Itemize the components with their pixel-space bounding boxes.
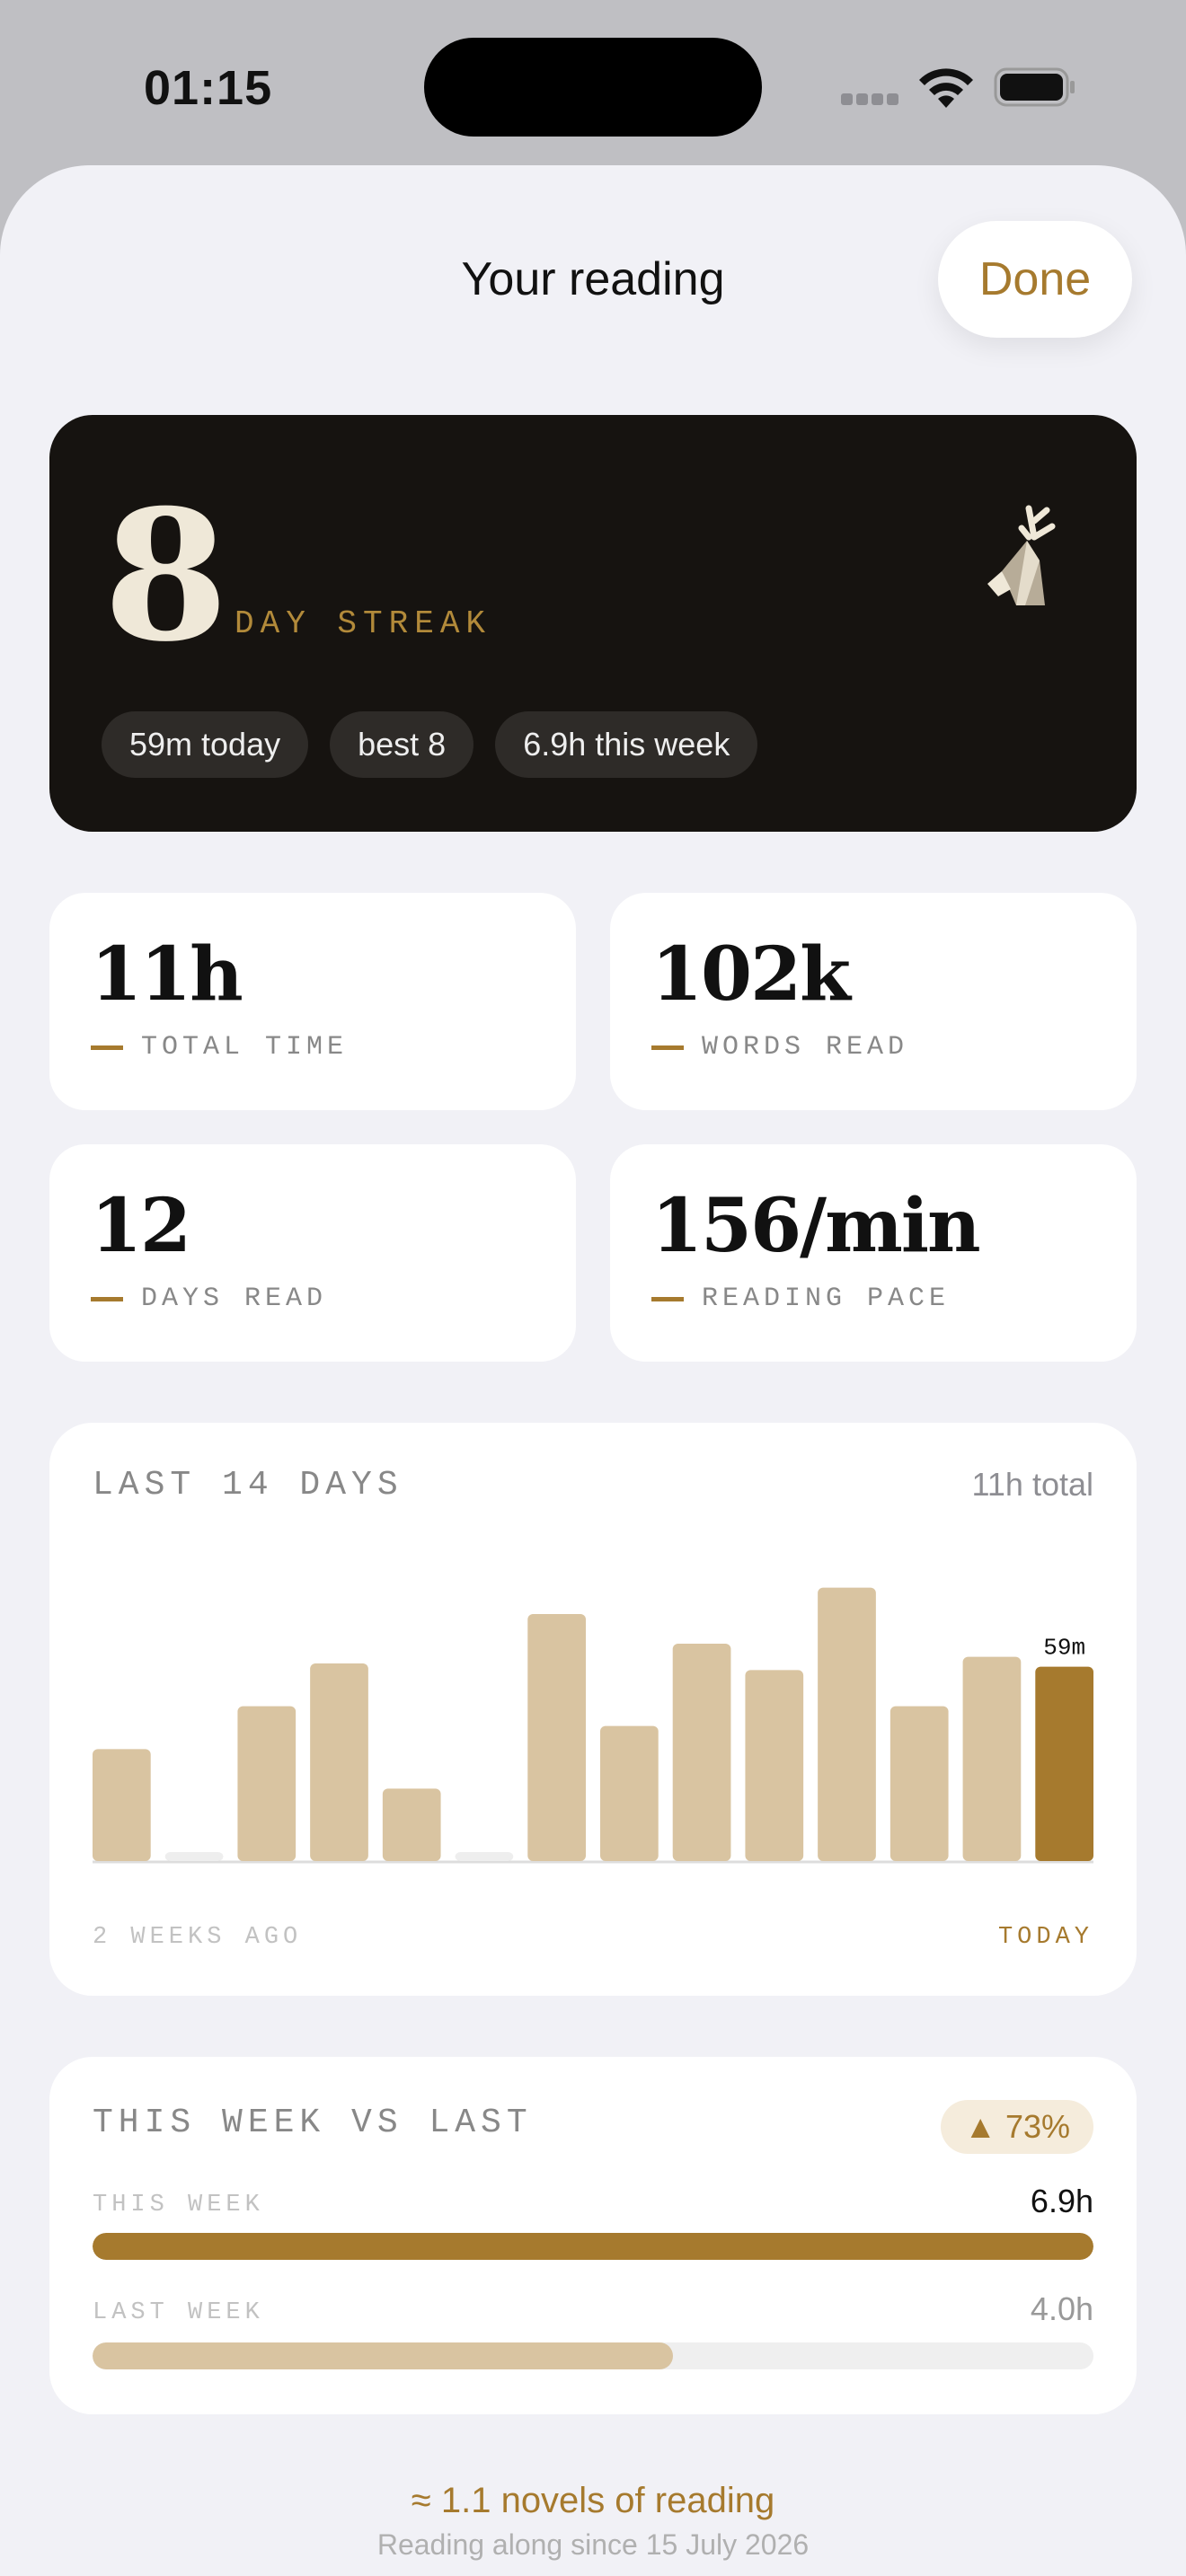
- deer-icon: [987, 505, 1056, 605]
- this-week-value: 6.9h: [1030, 2183, 1093, 2219]
- chart-bar: [310, 1663, 368, 1861]
- comparison-heading: THIS WEEK VS LAST: [93, 2104, 533, 2142]
- last-week-label: LAST WEEK: [93, 2299, 264, 2326]
- stat-value: 11h: [91, 931, 243, 1018]
- chart-bar: [672, 1644, 731, 1861]
- bar-chart: 59m: [93, 1587, 1093, 1864]
- streak-card: 8 DAY STREAK 59m today best 8 6.9h this …: [49, 415, 1137, 832]
- streak-label: DAY STREAK: [235, 605, 492, 642]
- last-week-value: 4.0h: [1030, 2290, 1093, 2327]
- streak-chips: 59m today best 8 6.9h this week: [102, 711, 758, 778]
- novels-summary: ≈ 1.1 novels of reading: [411, 2481, 775, 2520]
- chart-bar: [455, 1852, 514, 1861]
- stat-card-words-read: 102k WORDS READ: [610, 893, 1137, 1110]
- accent-dash: [651, 1296, 684, 1301]
- chart-bar: [382, 1788, 441, 1861]
- stat-card-reading-pace: 156/min READING PACE: [610, 1144, 1137, 1362]
- this-week-bar-fill: [93, 2233, 1093, 2260]
- chart-bar: [890, 1706, 949, 1861]
- chart-bar: [93, 1749, 151, 1861]
- page-title: Your reading: [461, 253, 725, 305]
- stat-card-days-read: 12 DAYS READ: [49, 1144, 576, 1362]
- chart-bar-today: [1035, 1666, 1093, 1861]
- chart-data-label-today: 59m: [1043, 1635, 1085, 1662]
- done-button[interactable]: Done: [938, 221, 1132, 338]
- chip-this-week: 6.9h this week: [495, 711, 758, 778]
- chart-bar: [527, 1614, 586, 1861]
- last-14-days-card: LAST 14 DAYS 11h total 59m 2 WEEKS AGO T…: [49, 1423, 1137, 1996]
- stat-value: 102k: [651, 931, 851, 1018]
- chart-bar: [962, 1656, 1022, 1861]
- chart-bar: [237, 1706, 296, 1861]
- wifi-icon: [919, 68, 973, 108]
- chart-bar: [745, 1670, 804, 1861]
- dynamic-island: [424, 38, 762, 137]
- week-comparison-card: THIS WEEK VS LAST ▲ 73% THIS WEEK 6.9h L…: [49, 2057, 1137, 2414]
- streak-count: 8: [103, 471, 229, 682]
- chart-bar: [818, 1587, 876, 1861]
- stat-label: WORDS READ: [702, 1032, 909, 1063]
- stat-label: TOTAL TIME: [141, 1032, 349, 1063]
- chip-today: 59m today: [102, 711, 309, 778]
- chart-end-label: TODAY: [997, 1924, 1093, 1951]
- stat-label: DAYS READ: [141, 1284, 328, 1314]
- chart-start-label: 2 WEEKS AGO: [93, 1924, 303, 1951]
- reading-since: Reading along since 15 July 2026: [376, 2528, 810, 2561]
- accent-dash: [91, 1045, 123, 1050]
- chip-best: best 8: [330, 711, 474, 778]
- stat-label: READING PACE: [702, 1284, 951, 1314]
- chart-bar: [164, 1852, 224, 1861]
- battery-icon: [994, 67, 1075, 107]
- stat-value: 12: [91, 1183, 191, 1269]
- this-week-label: THIS WEEK: [93, 2192, 264, 2219]
- cellular-signal-icon: [841, 93, 902, 106]
- status-time: 01:15: [144, 61, 273, 115]
- stat-value: 156/min: [651, 1183, 981, 1269]
- last-week-bar: [93, 2342, 1093, 2369]
- chart-bar: [600, 1725, 659, 1861]
- this-week-bar: [93, 2233, 1093, 2260]
- change-badge: ▲ 73%: [941, 2100, 1093, 2154]
- stat-card-total-time: 11h TOTAL TIME: [49, 893, 576, 1110]
- accent-dash: [651, 1045, 684, 1050]
- last-week-bar-fill: [93, 2342, 674, 2369]
- accent-dash: [91, 1296, 123, 1301]
